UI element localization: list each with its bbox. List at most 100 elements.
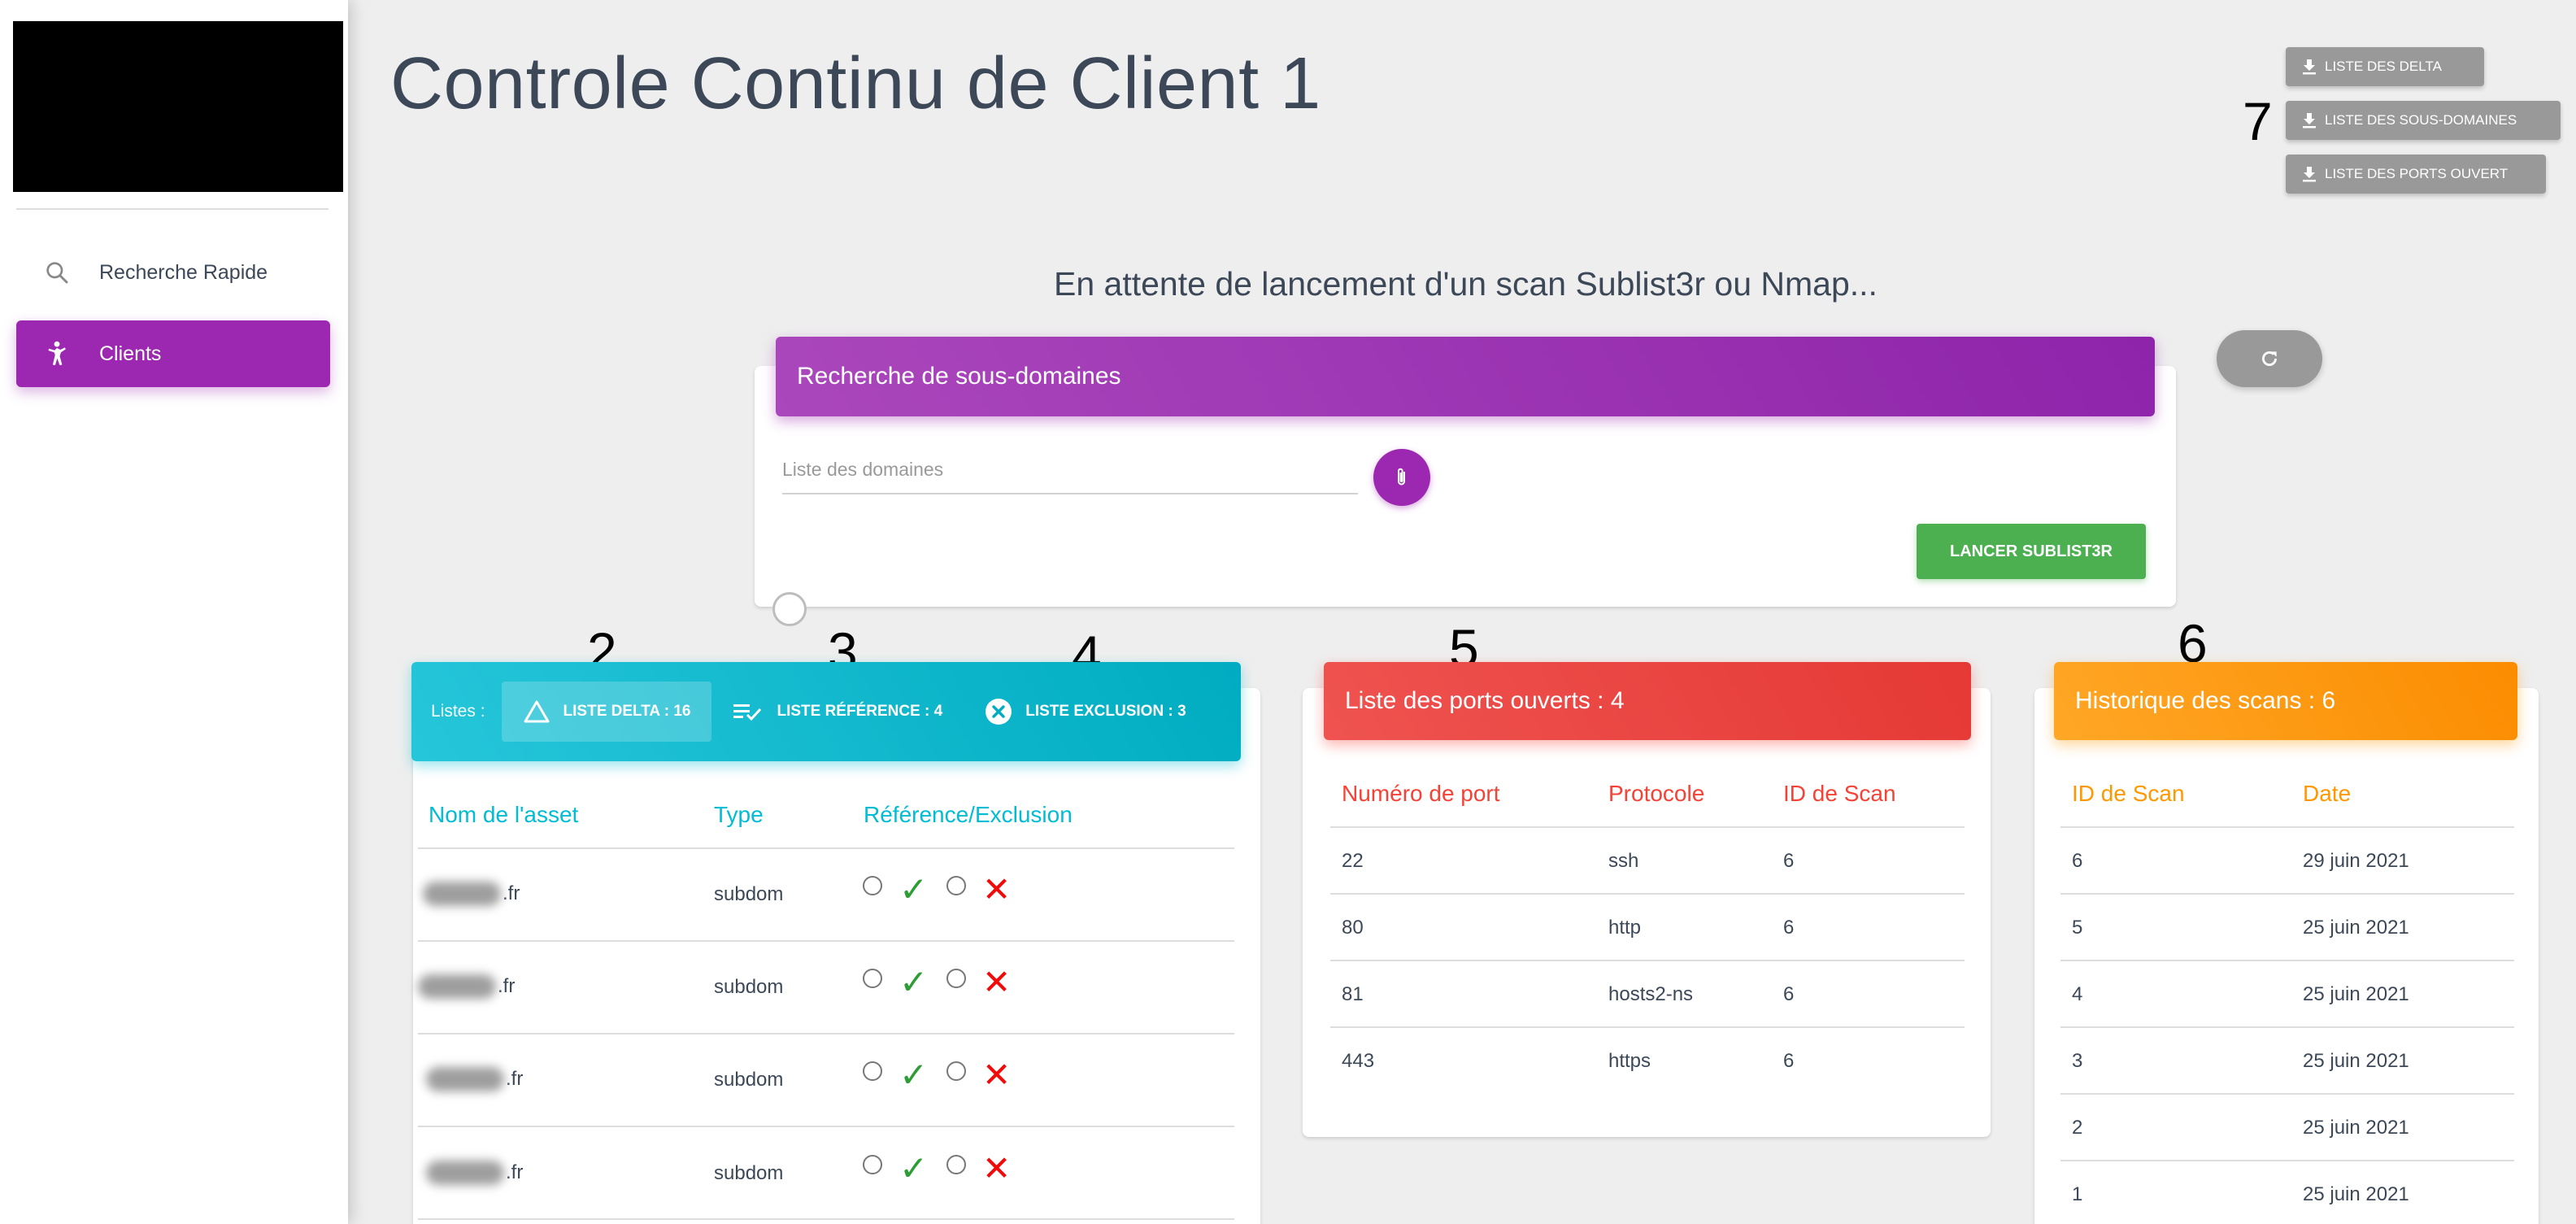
history-scan-id: 1 — [2072, 1183, 2083, 1205]
list-check-icon — [733, 704, 762, 721]
row-divider — [418, 1033, 1234, 1035]
tab-liste-delta[interactable]: LISTE DELTA : 16 — [501, 682, 712, 742]
history-scan-id: 5 — [2072, 917, 2083, 939]
scan-status-text: En attente de lancement d'un scan Sublis… — [1054, 265, 1878, 303]
table-row-asset-name: .fr — [426, 1161, 523, 1185]
refresh-icon — [2262, 351, 2277, 366]
redacted-name — [426, 1067, 504, 1091]
exclusion-radio[interactable] — [946, 1061, 966, 1081]
port-scan-id: 6 — [1783, 1050, 1795, 1072]
history-date: 25 juin 2021 — [2303, 1050, 2409, 1072]
row-divider — [2060, 1026, 2514, 1028]
port-protocol: https — [1608, 1050, 1651, 1072]
port-number: 22 — [1342, 850, 1364, 872]
row-divider — [418, 1126, 1234, 1127]
port-number: 81 — [1342, 983, 1364, 1005]
redacted-name — [423, 882, 501, 906]
sidebar-item-label: Recherche Rapide — [99, 260, 268, 284]
download-ports-button[interactable]: LISTE DES PORTS OUVERT — [2286, 155, 2546, 194]
tab-liste-exclusion[interactable]: LISTE EXCLUSION : 3 — [964, 682, 1207, 742]
download-icon — [2303, 167, 2316, 182]
column-header-port-number: Numéro de port — [1342, 781, 1500, 806]
row-divider — [2060, 893, 2514, 895]
exclusion-cross-icon: ✕ — [982, 1149, 1012, 1187]
reference-radio[interactable] — [863, 1155, 882, 1174]
sidebar-divider — [16, 208, 329, 210]
port-number: 80 — [1342, 917, 1364, 939]
row-divider — [418, 1218, 1234, 1220]
exclusion-cross-icon: ✕ — [982, 870, 1012, 908]
person-icon — [42, 339, 72, 368]
reference-radio[interactable] — [863, 876, 882, 895]
reference-check-icon: ✓ — [899, 870, 929, 908]
port-number: 443 — [1342, 1050, 1375, 1072]
tab-liste-exclusion-label: LISTE EXCLUSION : 3 — [1025, 703, 1186, 720]
reference-radio[interactable] — [863, 969, 882, 988]
column-header-asset-name: Nom de l'asset — [429, 802, 579, 827]
port-scan-id: 6 — [1783, 983, 1795, 1005]
open-ports-header: Liste des ports ouverts : 4 — [1324, 662, 1971, 740]
triangle-icon — [524, 700, 550, 723]
history-date: 25 juin 2021 — [2303, 917, 2409, 939]
launch-sublist3r-button[interactable]: LANCER SUBLIST3R — [1917, 524, 2146, 579]
row-divider — [418, 940, 1234, 942]
cancel-circle-icon — [986, 699, 1012, 725]
sidebar-item-recherche-rapide[interactable]: Recherche Rapide — [16, 239, 330, 306]
lists-card — [413, 688, 1260, 1224]
history-scan-id: 6 — [2072, 850, 2083, 872]
row-divider — [1330, 893, 1965, 895]
row-divider — [2060, 1093, 2514, 1095]
history-date: 25 juin 2021 — [2303, 983, 2409, 1005]
reference-check-icon: ✓ — [899, 1149, 929, 1187]
scan-history-card — [2034, 688, 2539, 1224]
column-header-reference-exclusion: Référence/Exclusion — [864, 802, 1073, 827]
sidebar-item-clients[interactable]: Clients — [16, 320, 330, 387]
redacted-name — [418, 974, 496, 999]
column-header-date: Date — [2303, 781, 2352, 806]
row-divider — [2060, 960, 2514, 961]
port-protocol: http — [1608, 917, 1642, 939]
tab-liste-delta-label: LISTE DELTA : 16 — [563, 703, 691, 720]
row-divider — [2060, 1160, 2514, 1161]
port-protocol: ssh — [1608, 850, 1639, 872]
download-icon — [2303, 59, 2316, 75]
download-ports-label: LISTE DES PORTS OUVERT — [2325, 166, 2509, 181]
download-delta-button[interactable]: LISTE DES DELTA — [2286, 47, 2484, 86]
subdomain-search-title: Recherche de sous-domaines — [797, 363, 1121, 390]
scan-history-header: Historique des scans : 6 — [2054, 662, 2517, 740]
refresh-button[interactable] — [2217, 330, 2322, 387]
reference-check-icon: ✓ — [899, 963, 929, 1001]
column-header-type: Type — [714, 802, 764, 827]
redacted-name — [426, 1161, 504, 1185]
row-divider — [2060, 826, 2514, 828]
row-divider — [1330, 960, 1965, 961]
download-delta-label: LISTE DES DELTA — [2325, 59, 2442, 74]
history-date: 25 juin 2021 — [2303, 1117, 2409, 1139]
table-row-type: subdom — [714, 1162, 784, 1184]
table-row-asset-name: .fr — [418, 974, 515, 999]
history-scan-id: 2 — [2072, 1117, 2083, 1139]
table-row-type: subdom — [714, 1069, 784, 1091]
download-subdomains-button[interactable]: LISTE DES SOUS-DOMAINES — [2286, 101, 2561, 140]
exclusion-radio[interactable] — [946, 1155, 966, 1174]
search-icon — [42, 258, 72, 287]
exclusion-radio[interactable] — [946, 876, 966, 895]
scan-history-title: Historique des scans : 6 — [2075, 687, 2336, 714]
reference-check-icon: ✓ — [899, 1056, 929, 1094]
row-divider — [1330, 826, 1965, 828]
lists-header: Listes : LISTE DELTA : 16 LISTE RÉFÉRENC… — [411, 662, 1241, 761]
open-ports-title: Liste des ports ouverts : 4 — [1345, 687, 1625, 714]
reference-radio[interactable] — [863, 1061, 882, 1081]
page-title: Controle Continu de Client 1 — [390, 43, 1321, 124]
tab-liste-reference[interactable]: LISTE RÉFÉRENCE : 4 — [711, 682, 964, 742]
lists-label: Listes : — [431, 702, 485, 721]
attach-file-button[interactable] — [1373, 449, 1430, 506]
download-icon — [2303, 113, 2316, 128]
domain-list-input[interactable] — [782, 446, 1358, 494]
sidebar: Recherche Rapide Clients — [0, 0, 348, 1224]
row-divider — [1330, 1026, 1965, 1028]
column-header-scan-id: ID de Scan — [2072, 781, 2185, 806]
exclusion-radio[interactable] — [946, 969, 966, 988]
history-scan-id: 4 — [2072, 983, 2083, 1005]
port-scan-id: 6 — [1783, 917, 1795, 939]
